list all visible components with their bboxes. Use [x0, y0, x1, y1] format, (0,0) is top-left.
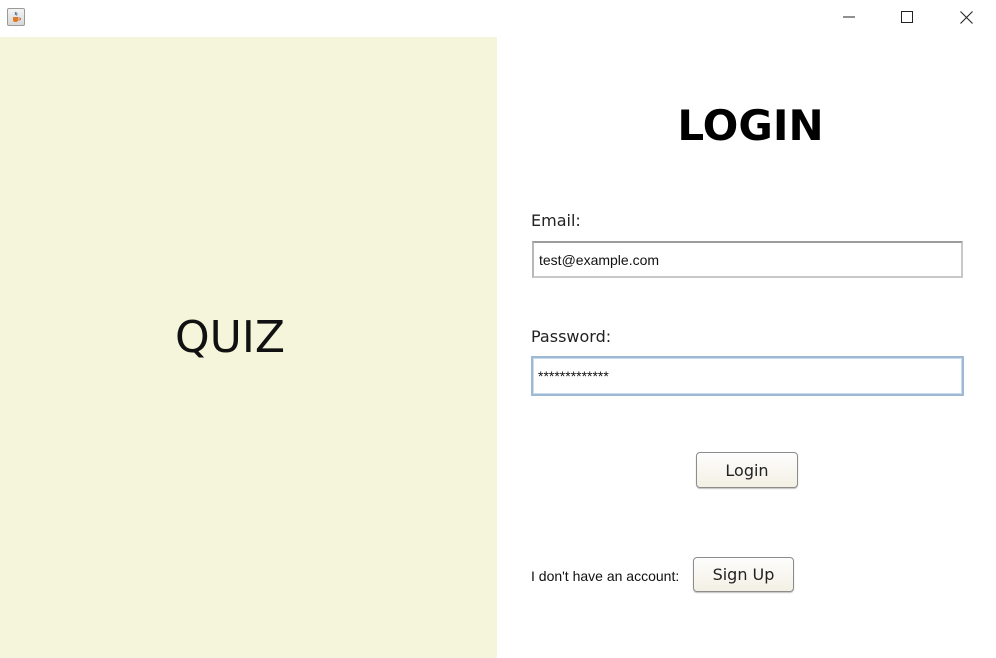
maximize-icon: [901, 11, 913, 23]
quiz-banner-panel: QUIZ: [0, 37, 497, 658]
app-window: QUIZ LOGIN Email: Password: Login I don'…: [0, 0, 996, 658]
email-label: Email:: [531, 211, 581, 230]
login-heading: LOGIN: [677, 101, 824, 150]
close-button[interactable]: [943, 0, 989, 34]
login-button[interactable]: Login: [696, 452, 798, 488]
minimize-icon: [843, 16, 855, 18]
no-account-text: I don't have an account:: [531, 568, 680, 584]
close-icon: [959, 10, 973, 24]
maximize-button[interactable]: [884, 0, 930, 34]
minimize-button[interactable]: [826, 0, 872, 34]
email-field[interactable]: [532, 241, 963, 278]
password-label: Password:: [531, 327, 612, 346]
quiz-title: QUIZ: [175, 312, 285, 363]
java-cup-icon[interactable]: [7, 8, 25, 26]
password-field[interactable]: [531, 356, 964, 396]
sign-up-button[interactable]: Sign Up: [693, 557, 794, 592]
login-panel: LOGIN Email: Password: Login I don't hav…: [497, 37, 996, 658]
title-bar[interactable]: [0, 0, 996, 37]
